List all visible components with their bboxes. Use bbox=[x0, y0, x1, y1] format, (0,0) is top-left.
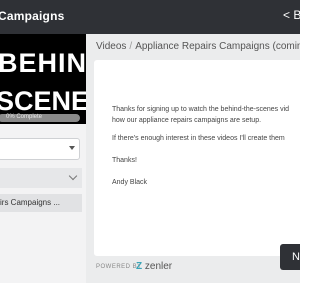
app-window: Campaigns < B BEHIND SCENES 0% Complete … bbox=[0, 0, 300, 283]
paragraph-3: Thanks! bbox=[112, 157, 137, 164]
breadcrumb-root[interactable]: Videos bbox=[96, 41, 126, 52]
course-banner: BEHIND SCENES 0% Complete bbox=[0, 34, 86, 124]
zenler-brand: zenler bbox=[144, 261, 173, 272]
progress-bar: 0% Complete bbox=[0, 114, 80, 122]
caret-down-icon bbox=[69, 146, 75, 150]
signature: Andy Black bbox=[112, 179, 148, 186]
banner-title-line2: SCENES bbox=[0, 86, 86, 116]
course-title: Campaigns bbox=[0, 9, 65, 23]
main-content: Videos / Appliance Repairs Campaigns (comi… bbox=[90, 34, 300, 283]
sidebar: BEHIND SCENES 0% Complete irs Campaigns … bbox=[0, 34, 86, 283]
breadcrumb: Videos / Appliance Repairs Campaigns (comi… bbox=[96, 41, 300, 52]
lesson-item[interactable]: irs Campaigns ... bbox=[0, 194, 82, 212]
breadcrumb-current: Appliance Repairs Campaigns (coming bbox=[135, 41, 300, 52]
paragraph-1-line-2: how our appliance repairs campaigns are … bbox=[112, 117, 262, 124]
next-button-label: N bbox=[292, 251, 300, 263]
powered-by-label: POWERED BY bbox=[96, 264, 142, 270]
paragraph-1-line-1: Thanks for signing up to watch the behin… bbox=[112, 106, 290, 113]
lesson-label: irs Campaigns ... bbox=[0, 198, 61, 207]
next-button[interactable]: N bbox=[280, 244, 300, 270]
breadcrumb-separator: / bbox=[129, 41, 133, 52]
banner-title-line1: BEHIND bbox=[0, 48, 86, 78]
zenler-z-icon: Z bbox=[136, 261, 143, 272]
zenler-logo[interactable]: Z zenler bbox=[136, 261, 172, 272]
paragraph-2: If there's enough interest in these vide… bbox=[112, 135, 285, 142]
chevron-down-icon bbox=[68, 171, 78, 181]
lesson-card: Thanks for signing up to watch the behin… bbox=[94, 60, 300, 256]
top-bar: Campaigns < B bbox=[0, 0, 300, 34]
section-header[interactable] bbox=[0, 168, 82, 188]
section-select[interactable] bbox=[0, 138, 80, 160]
progress-label: 0% Complete bbox=[6, 114, 43, 120]
back-link[interactable]: < B bbox=[283, 8, 300, 22]
